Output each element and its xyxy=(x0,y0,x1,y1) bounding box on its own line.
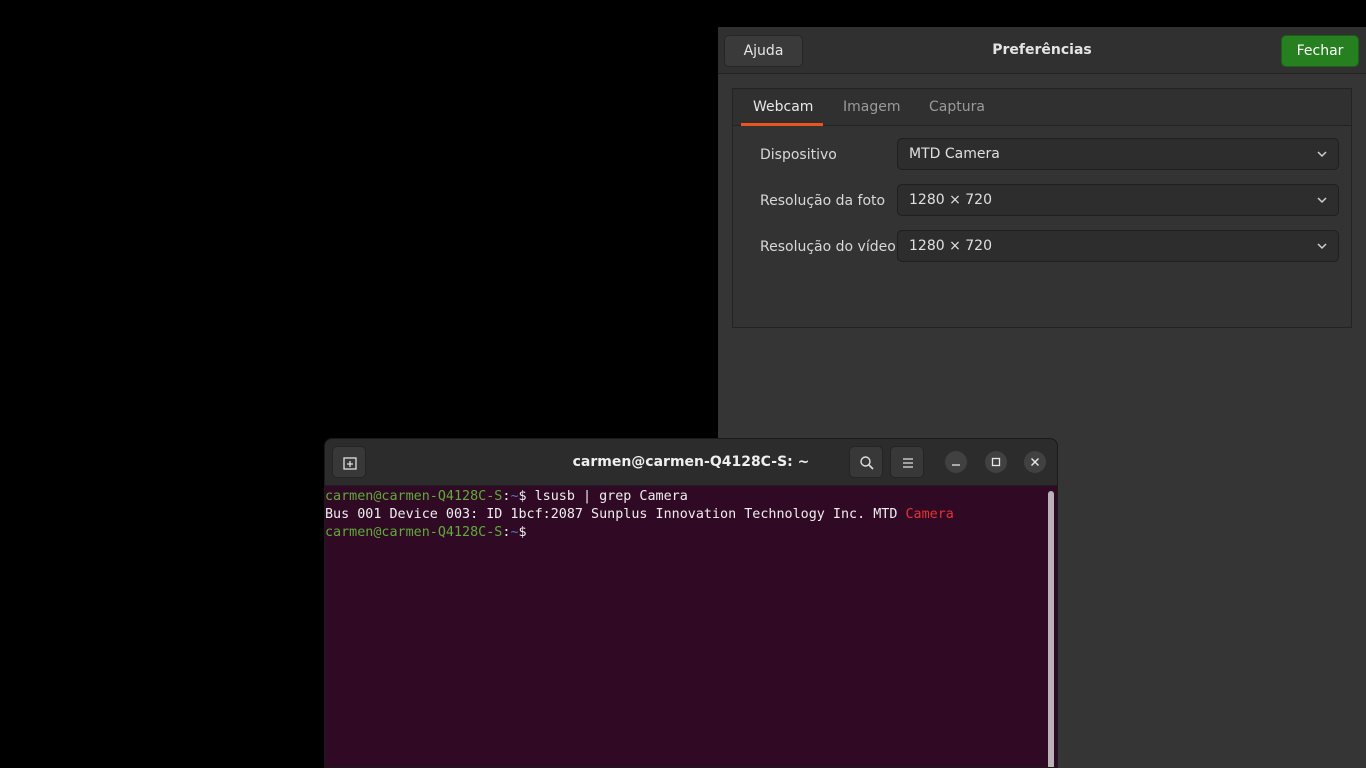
prompt-user-host: carmen@carmen-Q4128C-S xyxy=(325,489,503,504)
prompt-path: ~ xyxy=(510,525,519,540)
search-icon xyxy=(860,456,874,470)
video-resolution-value: 1280 × 720 xyxy=(909,238,992,254)
preferences-header-bar: Ajuda Preferências Fechar xyxy=(718,27,1366,74)
minimize-button[interactable] xyxy=(945,451,967,473)
device-dropdown-value: MTD Camera xyxy=(909,146,1000,162)
output-text: Bus 001 Device 003: ID 1bcf:2087 Sunplus… xyxy=(325,507,906,522)
preferences-notebook: Webcam Imagem Captura Dispositivo MTD Ca… xyxy=(732,88,1352,328)
photo-resolution-label: Resolução da foto xyxy=(760,193,886,209)
command-text: lsusb | grep Camera xyxy=(534,489,688,504)
prompt-symbol: $ xyxy=(518,525,527,540)
terminal-window: carmen@carmen-Q4128C-S: ~ carmen@carmen-… xyxy=(324,438,1058,768)
search-button[interactable] xyxy=(849,446,883,478)
video-resolution-dropdown[interactable]: 1280 × 720 xyxy=(897,230,1339,262)
terminal-line: carmen@carmen-Q4128C-S:~$ lsusb | grep C… xyxy=(325,488,1047,506)
preferences-title: Preferências xyxy=(992,42,1092,58)
prompt-symbol: $ xyxy=(518,489,535,504)
terminal-line: carmen@carmen-Q4128C-S:~$ xyxy=(325,524,1047,542)
active-tab-indicator xyxy=(741,123,823,126)
chevron-down-icon xyxy=(1317,151,1327,158)
device-dropdown[interactable]: MTD Camera xyxy=(897,138,1339,170)
minimize-icon xyxy=(952,464,960,466)
menu-button[interactable] xyxy=(890,446,924,478)
tab-captura[interactable]: Captura xyxy=(929,89,985,126)
tab-bar: Webcam Imagem Captura xyxy=(733,89,1351,126)
prompt-user-host: carmen@carmen-Q4128C-S xyxy=(325,525,503,540)
photo-resolution-value: 1280 × 720 xyxy=(909,192,992,208)
close-preferences-button[interactable]: Fechar xyxy=(1281,35,1359,67)
photo-resolution-dropdown[interactable]: 1280 × 720 xyxy=(897,184,1339,216)
terminal-scrollbar[interactable] xyxy=(1048,491,1054,767)
grep-match-highlight: Camera xyxy=(905,507,954,522)
chevron-down-icon xyxy=(1317,243,1327,250)
chevron-down-icon xyxy=(1317,197,1327,204)
close-icon xyxy=(1031,458,1039,466)
terminal-header-bar: carmen@carmen-Q4128C-S: ~ xyxy=(325,439,1057,486)
tab-imagem[interactable]: Imagem xyxy=(843,89,900,126)
close-terminal-button[interactable] xyxy=(1024,451,1046,473)
device-label: Dispositivo xyxy=(760,147,837,163)
maximize-button[interactable] xyxy=(985,451,1007,473)
new-tab-icon xyxy=(343,457,357,470)
prompt-path: ~ xyxy=(510,489,519,504)
terminal-line: Bus 001 Device 003: ID 1bcf:2087 Sunplus… xyxy=(325,506,1047,524)
tab-webcam[interactable]: Webcam xyxy=(753,89,813,126)
hamburger-menu-icon xyxy=(903,458,913,468)
video-resolution-label: Resolução do vídeo xyxy=(760,239,896,255)
maximize-icon xyxy=(991,457,1001,467)
terminal-output[interactable]: carmen@carmen-Q4128C-S:~$ lsusb | grep C… xyxy=(325,488,1047,767)
new-tab-button[interactable] xyxy=(332,446,366,478)
